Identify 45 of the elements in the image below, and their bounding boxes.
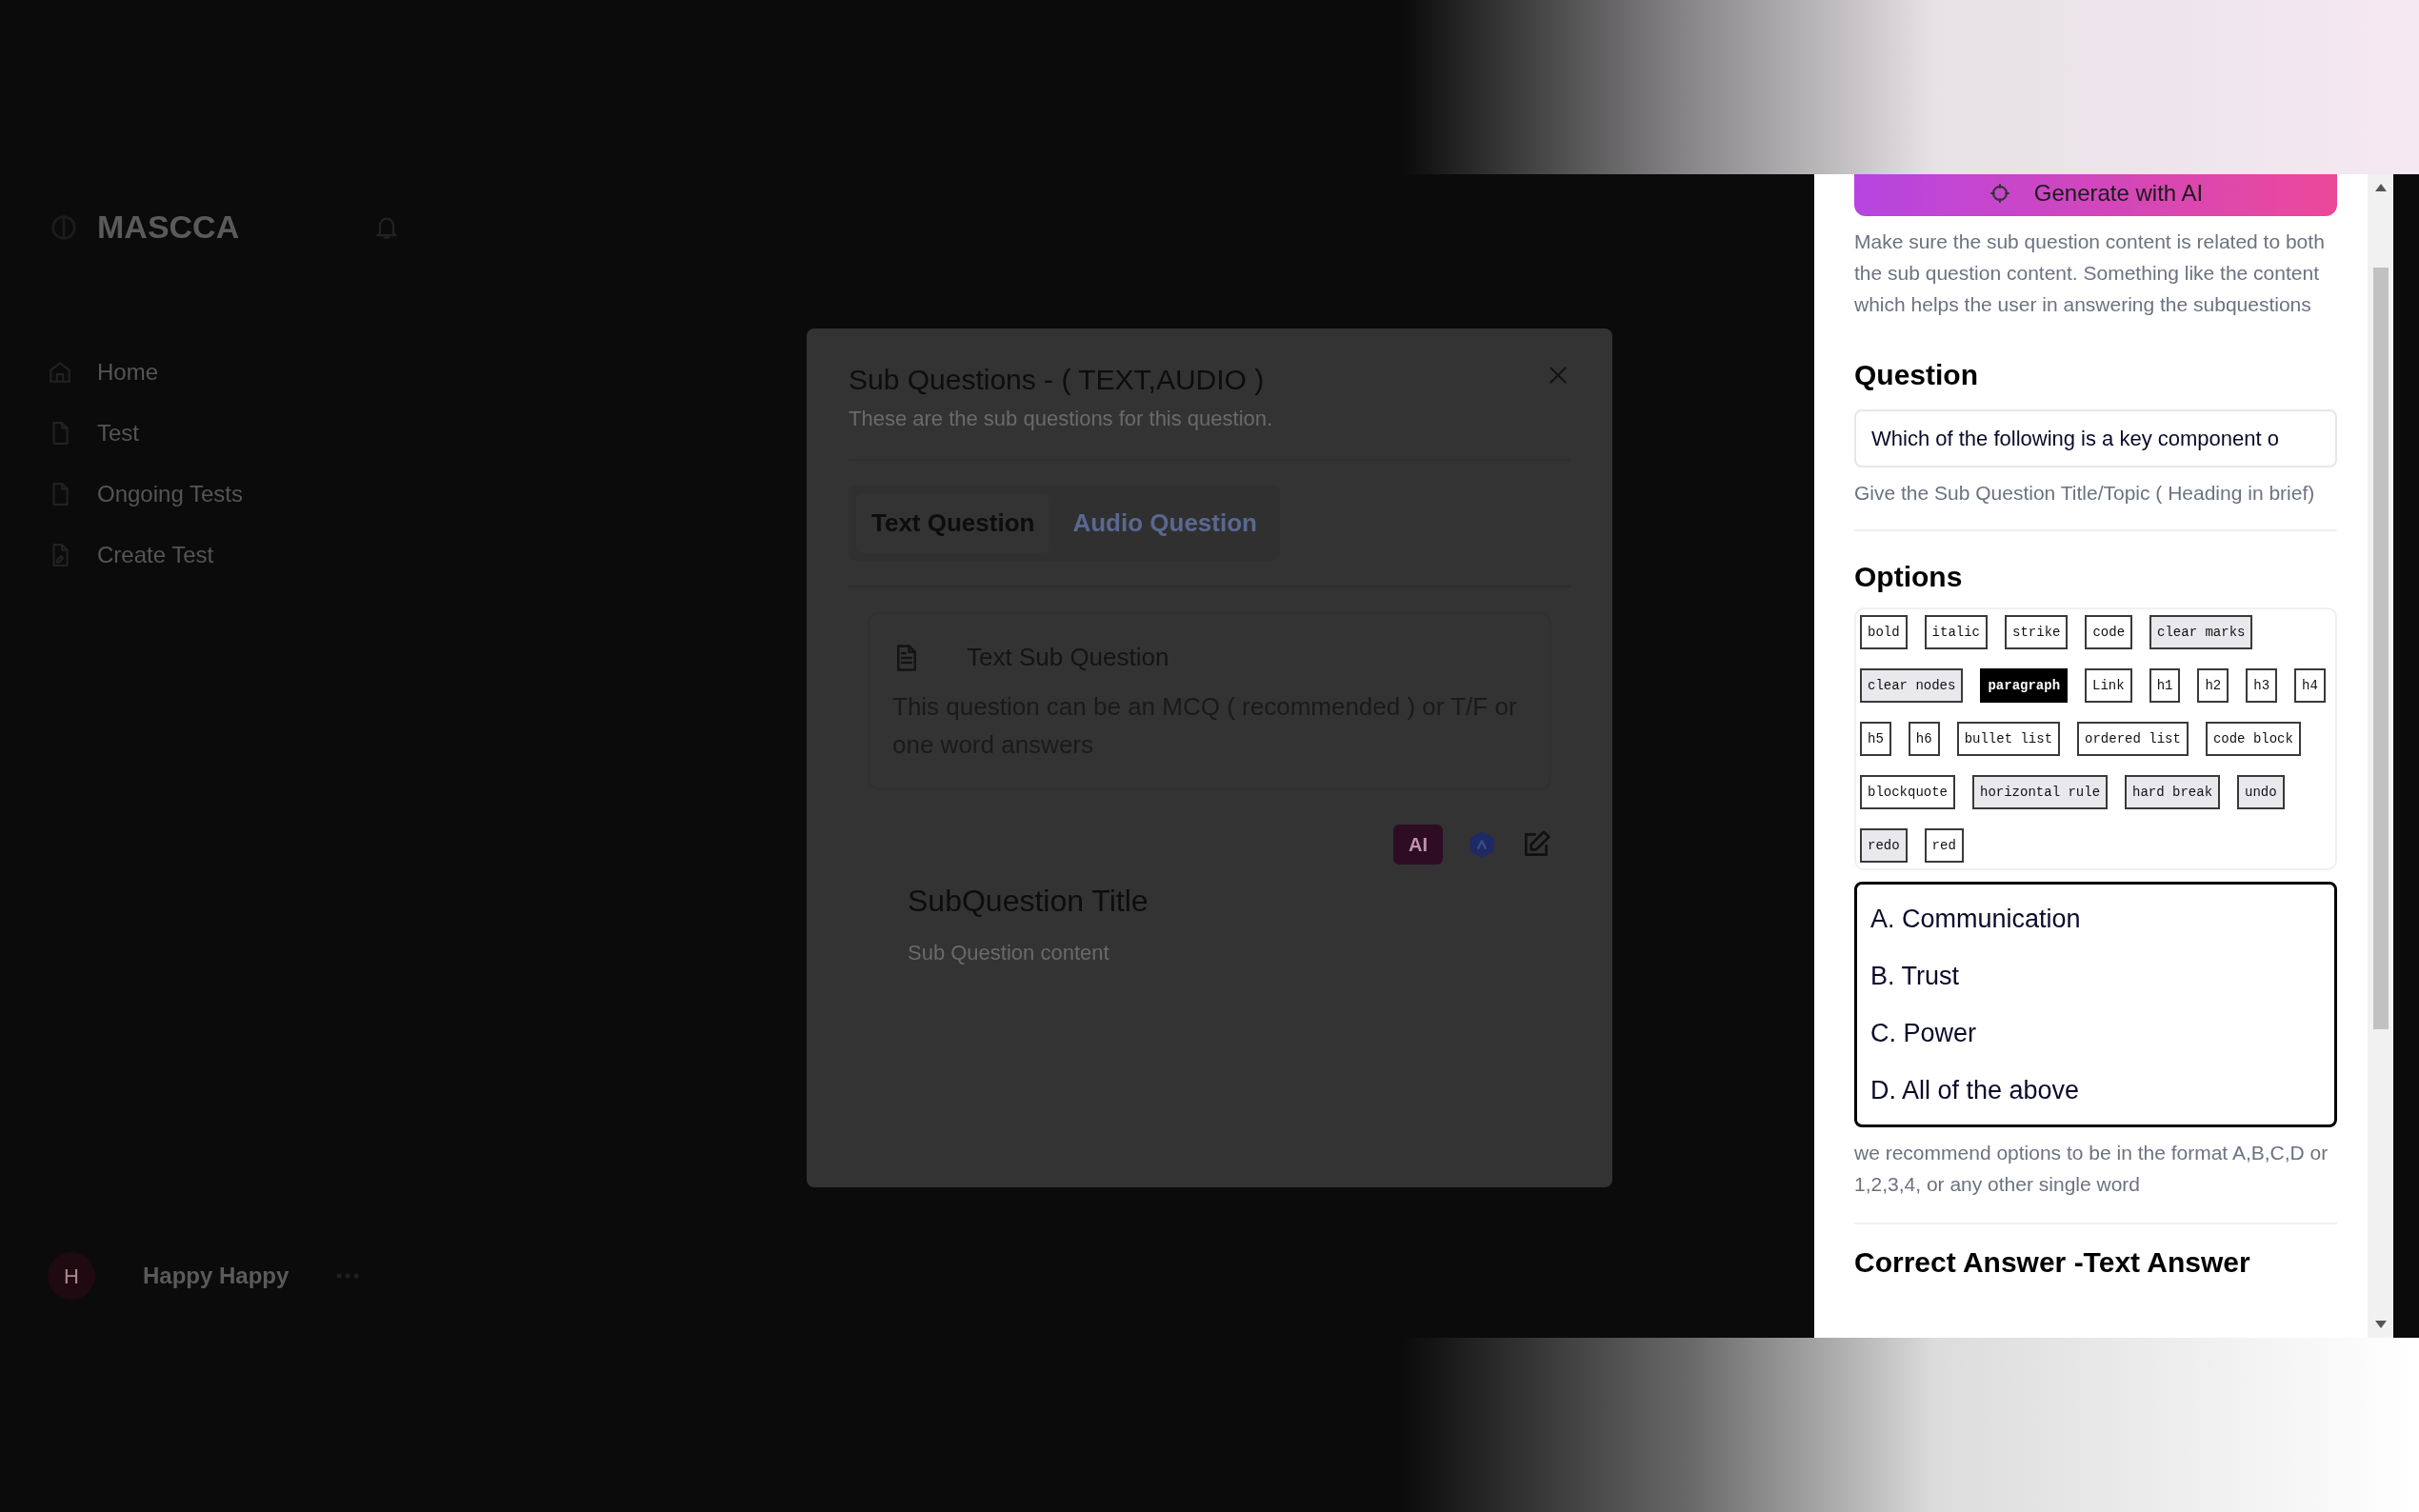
toolbar-button[interactable]: h1 bbox=[2149, 668, 2181, 703]
user-avatar: H bbox=[48, 1252, 95, 1300]
option-line: D. All of the above bbox=[1870, 1075, 2081, 1106]
hint-text: we recommend options to be in the format A,B,C,D or 1,2,3,4, or any other single word bbox=[1854, 1141, 2329, 1197]
option-line: A. Communication bbox=[1870, 904, 2082, 935]
option-line: C. Power bbox=[1870, 1018, 1978, 1049]
generate-button[interactable]: Generate with AI bbox=[1854, 174, 2337, 216]
toolbar-button[interactable]: redo bbox=[1860, 828, 1908, 863]
toolbar-button[interactable]: clear nodes bbox=[1860, 668, 1964, 703]
toolbar-button[interactable]: red bbox=[1924, 828, 1964, 863]
question-field[interactable]: Which of the following is a key component o bbox=[1854, 409, 2337, 468]
toolbar-button[interactable]: paragraph bbox=[1980, 668, 2069, 703]
scroll-up-icon[interactable] bbox=[2374, 184, 2387, 191]
toolbar-button[interactable]: blockquote bbox=[1860, 775, 1955, 809]
toolbar-button[interactable]: h5 bbox=[1860, 722, 1891, 756]
toolbar-button[interactable]: hard break bbox=[2125, 775, 2221, 809]
home-icon bbox=[48, 360, 72, 385]
toolbar-button[interactable]: horizontal rule bbox=[1972, 775, 2109, 809]
toolbar-button[interactable]: h3 bbox=[2246, 668, 2278, 703]
hint-text: Make sure the sub question content is related to both the sub question content. Something like the content which helps the user in answering the subquestions bbox=[1854, 229, 2326, 317]
toolbar-button[interactable]: bullet list bbox=[1956, 722, 2061, 756]
section-heading: Correct Answer -Text Answer bbox=[1854, 1245, 2251, 1280]
toolbar-button[interactable]: strike bbox=[2005, 615, 2069, 649]
hint-text: Give the Sub Question Title/Topic ( Heading in brief) bbox=[1854, 481, 2316, 506]
scroll-down-icon[interactable] bbox=[2374, 1321, 2387, 1328]
scrollbar[interactable] bbox=[2368, 174, 2393, 1338]
toolbar-button[interactable]: ordered list bbox=[2077, 722, 2189, 756]
toolbar-button[interactable]: Link bbox=[2085, 668, 2132, 703]
ai-button[interactable]: AI bbox=[1393, 825, 1443, 865]
hexagon-icon[interactable] bbox=[1468, 830, 1496, 859]
option-line: B. Trust bbox=[1870, 961, 1961, 992]
toolbar-button[interactable]: h4 bbox=[2294, 668, 2326, 703]
toolbar-button[interactable]: code block bbox=[2205, 722, 2301, 756]
user-name: Happy Happy bbox=[143, 1262, 290, 1290]
toolbar-button[interactable]: bold bbox=[1860, 615, 1908, 649]
toolbar-button[interactable]: h2 bbox=[2197, 668, 2229, 703]
toolbar-button[interactable]: h6 bbox=[1908, 722, 1940, 756]
logo-text: MASCCA bbox=[97, 208, 240, 247]
toolbar-button[interactable]: undo bbox=[2237, 775, 2285, 809]
section-heading: Question bbox=[1854, 358, 1979, 392]
toolbar-button[interactable]: clear marks bbox=[2149, 615, 2253, 649]
options-editor[interactable]: A. Communication B. Trust C. Power D. All of the above bbox=[1854, 882, 2337, 1127]
toolbar-button[interactable]: code bbox=[2085, 615, 2133, 649]
section-heading: Options bbox=[1854, 560, 1964, 594]
toolbar-button[interactable]: italic bbox=[1924, 615, 1989, 649]
